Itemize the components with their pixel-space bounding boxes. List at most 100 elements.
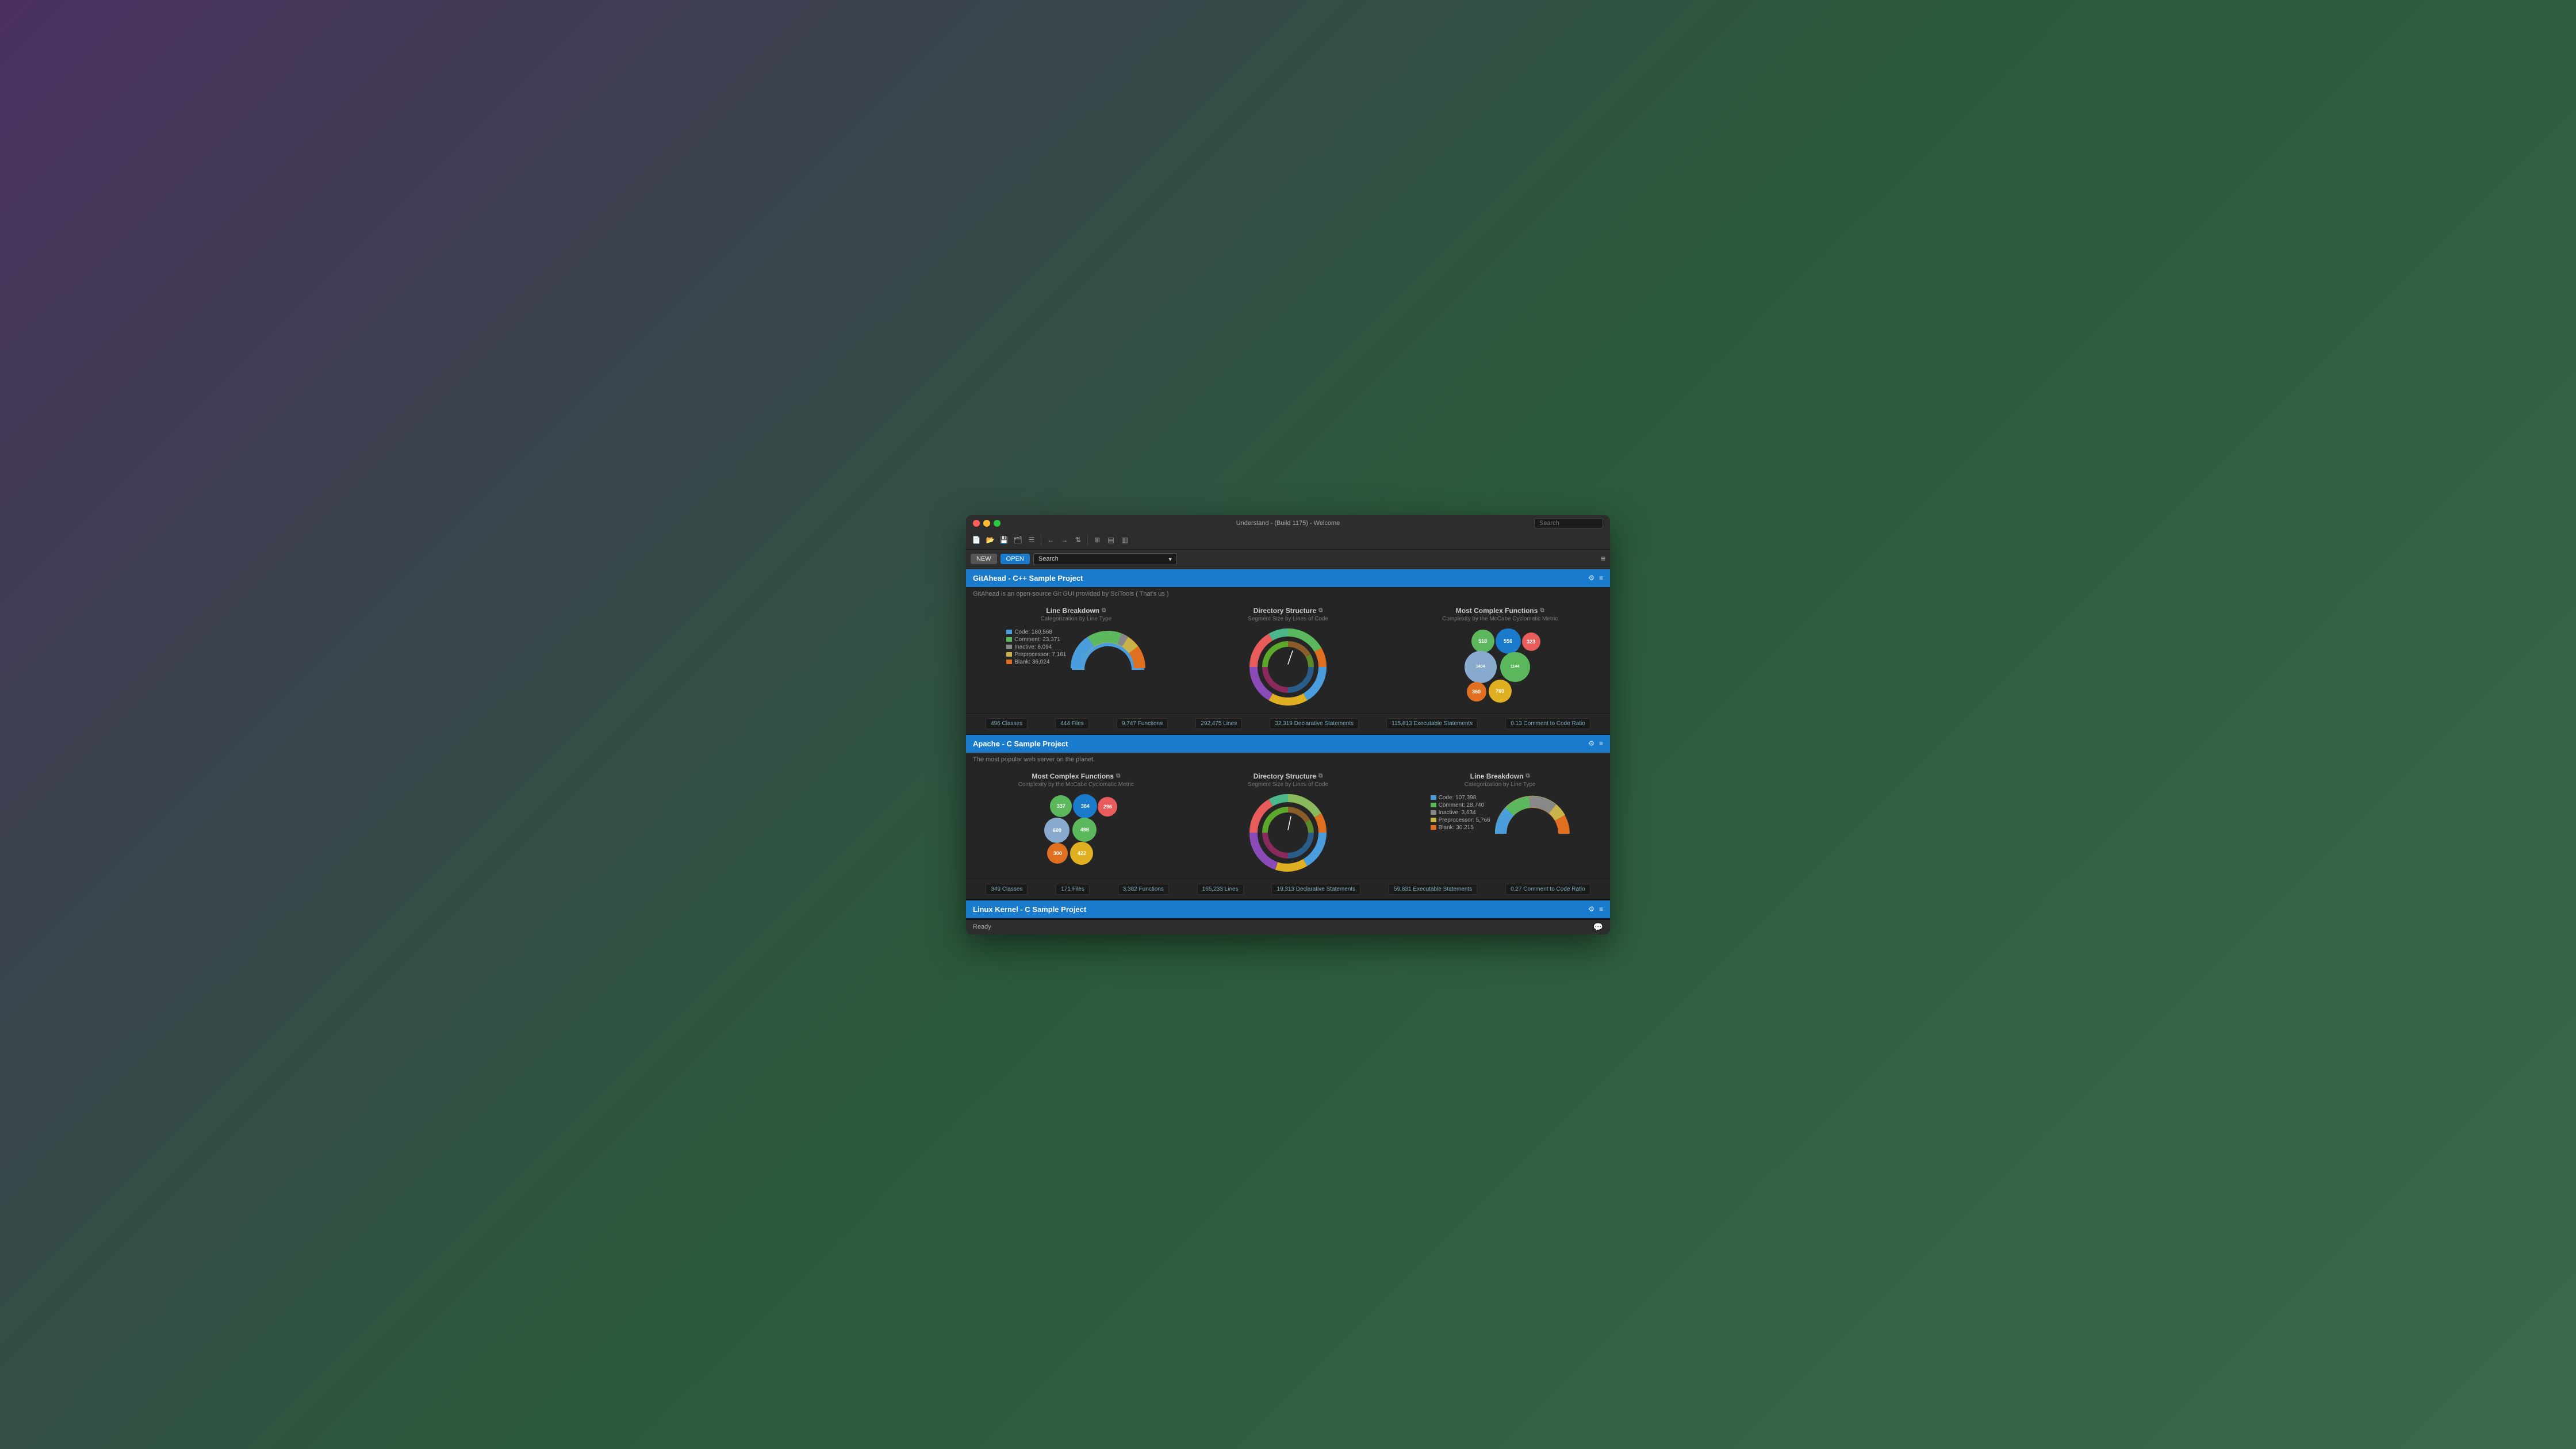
stat-lines[interactable]: 292,475 Lines: [1195, 718, 1242, 729]
open-file-icon[interactable]: 📂: [984, 534, 996, 546]
stat-functions-apache[interactable]: 3,382 Functions: [1118, 884, 1169, 895]
stat-files-apache[interactable]: 171 Files: [1056, 884, 1090, 895]
legend-preprocessor: Preprocessor: 7,161: [1006, 651, 1066, 658]
directory-structure-subtitle: Segment Size by Lines of Code: [1248, 616, 1328, 622]
project-card-apache: Apache - C Sample Project ⚙ ≡ The most p…: [966, 735, 1610, 900]
directory-structure-section: Directory Structure ⧉ Segment Size by Li…: [1185, 607, 1392, 707]
stat-classes[interactable]: 496 Classes: [986, 718, 1028, 729]
project-header-gitahead: GitAhead - C++ Sample Project ⚙ ≡: [966, 569, 1610, 587]
stat-executable[interactable]: 115,813 Executable Statements: [1386, 718, 1478, 729]
status-text: Ready: [973, 923, 991, 930]
line-breakdown-chart-svg-apache: [1495, 792, 1570, 838]
new-file-icon[interactable]: 📄: [971, 534, 982, 546]
search-dropdown[interactable]: Search ▾: [1033, 553, 1177, 565]
main-window: Understand - (Build 1175) - Welcome 📄 📂 …: [966, 515, 1610, 934]
line-breakdown-chart-apache: Code: 107,398 Comment: 28,740 Inactive: …: [1431, 792, 1570, 838]
save-icon[interactable]: 💾: [998, 534, 1010, 546]
legend-dot-blank-apache: [1431, 825, 1436, 830]
close-button[interactable]: [973, 520, 980, 527]
maximize-button[interactable]: [994, 520, 1000, 527]
project-title-linux: Linux Kernel - C Sample Project: [973, 905, 1086, 914]
project-header-linux: Linux Kernel - C Sample Project ⚙ ≡: [966, 900, 1610, 918]
settings-icon-apache[interactable]: ⚙: [1588, 739, 1594, 747]
chat-icon[interactable]: 💬: [1593, 922, 1603, 932]
legend-blank-apache: Blank: 30,215: [1431, 825, 1490, 831]
chevron-down-icon: ▾: [1168, 555, 1172, 563]
settings-icon-linux[interactable]: ⚙: [1588, 905, 1594, 913]
directory-donut-svg-apache: [1248, 792, 1328, 873]
most-complex-title-apache: Most Complex Functions ⧉: [1032, 772, 1120, 780]
copy-icon-lb-apache[interactable]: ⧉: [1525, 773, 1529, 779]
legend-preprocessor-apache: Preprocessor: 5,766: [1431, 817, 1490, 823]
legend-dot-preprocessor: [1006, 652, 1012, 657]
project-header-icons-linux: ⚙ ≡: [1588, 905, 1603, 913]
bubble-556: 556: [1496, 628, 1521, 654]
most-complex-subtitle: Complexity by the McCabe Cyclomatic Metr…: [1442, 616, 1558, 622]
legend-blank: Blank: 36,024: [1006, 659, 1066, 665]
back-icon[interactable]: ←: [1045, 534, 1056, 546]
bubble-1404: 1404: [1465, 651, 1497, 683]
new-button[interactable]: NEW: [971, 554, 997, 564]
legend-code: Code: 180,568: [1006, 629, 1066, 635]
menu-icon[interactable]: ≡: [1599, 574, 1603, 582]
copy-icon-dir[interactable]: ⧉: [1318, 607, 1322, 614]
directory-structure-title-apache: Directory Structure ⧉: [1254, 772, 1323, 780]
stat-declarative[interactable]: 32,319 Declarative Statements: [1270, 718, 1359, 729]
stat-lines-apache[interactable]: 165,233 Lines: [1197, 884, 1244, 895]
minimize-button[interactable]: [983, 520, 990, 527]
stat-comment-ratio[interactable]: 0.13 Comment to Code Ratio: [1505, 718, 1590, 729]
project-description-apache: The most popular web server on the plane…: [966, 753, 1610, 766]
copy-icon-complex-apache[interactable]: ⧉: [1116, 773, 1120, 779]
bubble-1144: 1144: [1500, 652, 1530, 682]
layout2-icon[interactable]: ▤: [1105, 534, 1117, 546]
line-breakdown-legend-apache: Code: 107,398 Comment: 28,740 Inactive: …: [1431, 795, 1490, 831]
layout3-icon[interactable]: ▥: [1119, 534, 1130, 546]
legend-dot-comment-apache: [1431, 803, 1436, 807]
copy-icon[interactable]: ⧉: [1102, 607, 1106, 614]
legend-comment-apache: Comment: 28,740: [1431, 802, 1490, 808]
line-breakdown-title: Line Breakdown ⧉: [1046, 607, 1106, 615]
bubble-384: 384: [1073, 794, 1097, 818]
line-breakdown-chart-svg: [1071, 627, 1145, 673]
charts-area-gitahead: Line Breakdown ⧉ Categorization by Line …: [966, 601, 1610, 713]
menu-icon-apache[interactable]: ≡: [1599, 739, 1603, 747]
legend-dot-blank: [1006, 660, 1012, 664]
project-title-gitahead: GitAhead - C++ Sample Project: [973, 574, 1083, 582]
settings-icon[interactable]: ⚙: [1588, 574, 1594, 582]
open-button[interactable]: OPEN: [1000, 554, 1030, 564]
hamburger-icon[interactable]: ≡: [1601, 554, 1605, 563]
menu-icon-linux[interactable]: ≡: [1599, 905, 1603, 913]
stat-classes-apache[interactable]: 349 Classes: [986, 884, 1028, 895]
stat-declarative-apache[interactable]: 19,313 Declarative Statements: [1271, 884, 1360, 895]
legend-inactive-apache: Inactive: 3,634: [1431, 810, 1490, 816]
stat-executable-apache[interactable]: 59,831 Executable Statements: [1389, 884, 1477, 895]
search-bar: NEW OPEN Search ▾ ≡: [966, 550, 1610, 569]
stats-bar-gitahead: 496 Classes 444 Files 9,747 Functions 29…: [966, 713, 1610, 734]
copy-icon-dir-apache[interactable]: ⧉: [1318, 773, 1322, 779]
stat-files[interactable]: 444 Files: [1055, 718, 1089, 729]
menu-icon[interactable]: ≡: [1601, 554, 1605, 564]
project-card-linux: Linux Kernel - C Sample Project ⚙ ≡: [966, 900, 1610, 919]
refresh-icon[interactable]: ⇅: [1072, 534, 1084, 546]
search-dropdown-label: Search: [1038, 555, 1059, 562]
line-breakdown-subtitle: Categorization by Line Type: [1040, 616, 1111, 622]
folder-icon[interactable]: 🗂: [1012, 534, 1023, 546]
legend-dot-preprocessor-apache: [1431, 818, 1436, 822]
stat-comment-ratio-apache[interactable]: 0.27 Comment to Code Ratio: [1505, 884, 1590, 895]
legend-comment: Comment: 23,371: [1006, 637, 1066, 643]
bubble-422: 422: [1070, 842, 1093, 865]
legend-inactive: Inactive: 8,094: [1006, 644, 1066, 650]
most-complex-section: Most Complex Functions ⧉ Complexity by t…: [1397, 607, 1603, 707]
stat-functions[interactable]: 9,747 Functions: [1117, 718, 1168, 729]
list-icon[interactable]: ☰: [1026, 534, 1037, 546]
forward-icon[interactable]: →: [1059, 534, 1070, 546]
title-bar: Understand - (Build 1175) - Welcome: [966, 515, 1610, 531]
title-search-input[interactable]: [1534, 518, 1603, 528]
copy-icon-complex[interactable]: ⧉: [1540, 607, 1544, 614]
charts-area-apache: Most Complex Functions ⧉ Complexity by t…: [966, 766, 1610, 879]
layout1-icon[interactable]: ⊞: [1091, 534, 1103, 546]
main-content: GitAhead - C++ Sample Project ⚙ ≡ GitAhe…: [966, 569, 1610, 919]
bubble-360: 360: [1467, 682, 1486, 702]
directory-structure-title: Directory Structure ⧉: [1254, 607, 1323, 615]
legend-code-apache: Code: 107,398: [1431, 795, 1490, 801]
